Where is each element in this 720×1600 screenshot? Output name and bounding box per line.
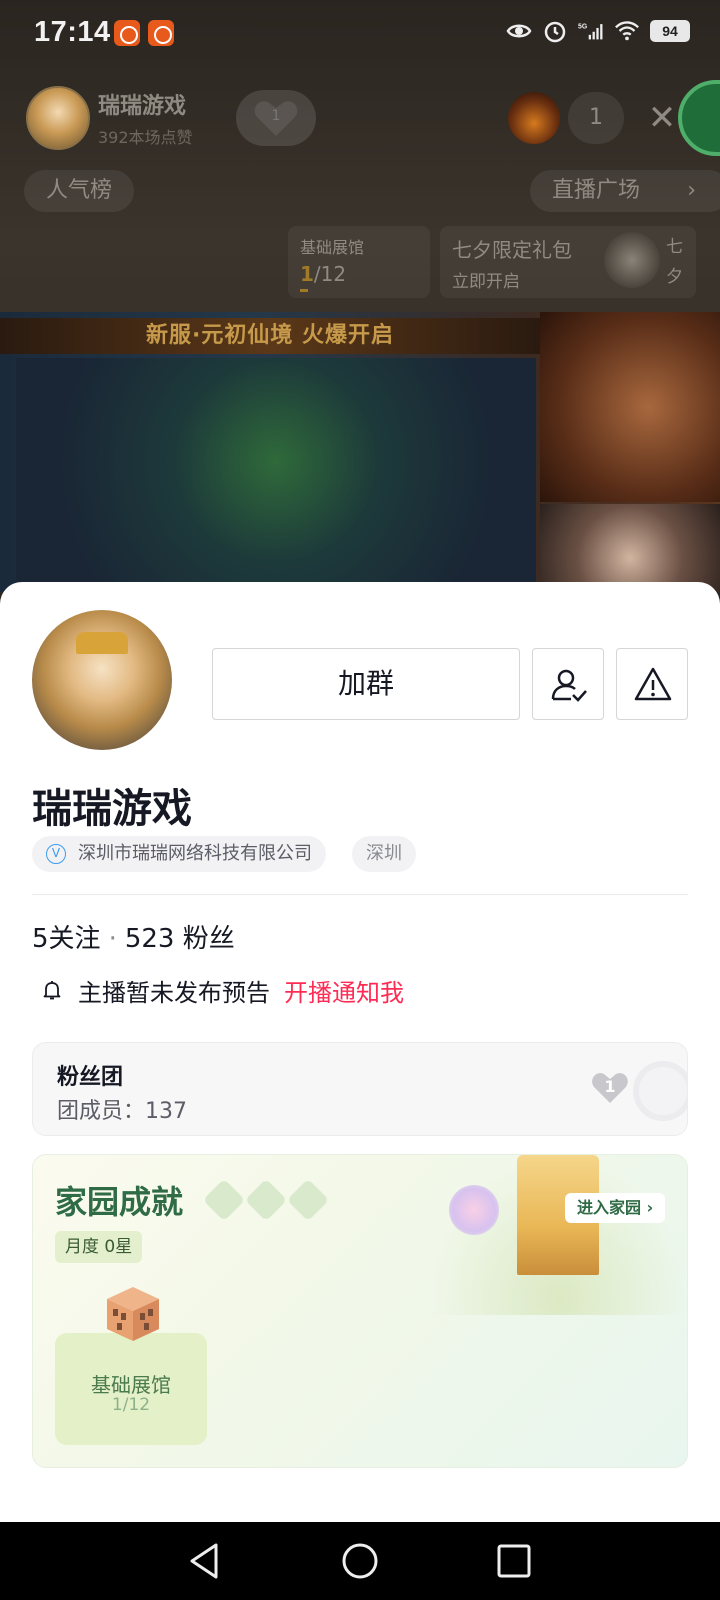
exhibit-hall-progress: 1/12 bbox=[300, 262, 347, 286]
broadcast-notice: 主播暂未发布预告 开播通知我 bbox=[40, 972, 404, 1008]
report-button[interactable] bbox=[616, 648, 688, 720]
profile-sheet: 加群 瑞瑞游戏 V 深圳市瑞瑞网络科技有限公司 深圳 5关注 · 523 粉丝 主播… bbox=[0, 582, 720, 1522]
company-tag[interactable]: V 深圳市瑞瑞网络科技有限公司 bbox=[32, 836, 326, 872]
chevron-right-icon: › bbox=[687, 178, 696, 203]
verified-icon: V bbox=[46, 844, 66, 864]
top-viewer-avatar[interactable] bbox=[508, 92, 560, 144]
live-video-stream[interactable]: 新服·元初仙境 火爆开启 bbox=[0, 312, 720, 592]
divider bbox=[32, 894, 688, 895]
followed-button[interactable] bbox=[532, 648, 604, 720]
status-time: 17:14 bbox=[34, 16, 111, 48]
video-banner-text: 新服·元初仙境 火爆开启 bbox=[0, 318, 540, 354]
live-plaza-button[interactable]: 直播广场 › bbox=[530, 170, 720, 212]
game-ad-image bbox=[540, 312, 720, 502]
streamer-likes: 392本场点赞 bbox=[98, 128, 193, 147]
viewer-count[interactable]: 1 bbox=[568, 92, 624, 144]
fans-club-card[interactable]: 粉丝团 团成员：137 1 bbox=[32, 1042, 688, 1136]
wifi-icon bbox=[615, 21, 639, 41]
profile-avatar[interactable] bbox=[32, 610, 172, 750]
qixi-gift-card[interactable]: 七夕限定礼包 立即开启 七夕 bbox=[440, 226, 696, 298]
home-title: 家园成就 bbox=[55, 1183, 184, 1221]
5g-signal-icon: 5G bbox=[578, 24, 603, 40]
exhibit-hall-card[interactable]: 基础展馆 1/12 bbox=[288, 226, 430, 298]
gift-side-text: 七夕 bbox=[666, 237, 683, 287]
home-achievement-card[interactable]: 家园成就 进入家园 › 月度 0星 基础展馆 1/12 bbox=[32, 1154, 688, 1468]
kuaishou-app-icon bbox=[114, 20, 140, 46]
fans-club-badge: 1 bbox=[587, 1067, 633, 1107]
fan-level: 1 bbox=[271, 108, 281, 124]
crystal-orb-decoration bbox=[449, 1185, 499, 1235]
following-stat[interactable]: 5关注 bbox=[32, 924, 101, 954]
fans-club-members: 团成员：137 bbox=[57, 1099, 187, 1124]
company-name: 深圳市瑞瑞网络科技有限公司 bbox=[78, 843, 312, 864]
join-group-button[interactable]: 加群 bbox=[212, 648, 520, 720]
system-navigation-bar bbox=[0, 1522, 720, 1600]
gift-box-icon bbox=[604, 232, 660, 288]
kuaishou-app-icon-2 bbox=[148, 20, 174, 46]
monthly-stars-badge: 月度 0星 bbox=[55, 1231, 143, 1263]
user-check-icon bbox=[551, 669, 587, 702]
popularity-rank-button[interactable]: 人气榜 bbox=[24, 170, 135, 212]
recents-icon[interactable] bbox=[493, 1540, 535, 1582]
fans-club-ring-icon bbox=[633, 1061, 687, 1121]
streamer-avatar[interactable] bbox=[26, 86, 90, 150]
fan-club-heart-button[interactable]: 1 bbox=[236, 90, 316, 146]
profile-name: 瑞瑞游戏 bbox=[32, 786, 192, 832]
fans-club-title: 粉丝团 bbox=[57, 1065, 124, 1090]
achievement-stars bbox=[202, 1178, 330, 1222]
star-icon bbox=[286, 1178, 330, 1222]
exhibit-hall-progress-text: 1/12 bbox=[111, 1395, 151, 1415]
streamer-info-pill[interactable]: 瑞瑞游戏 392本场点赞 bbox=[26, 86, 193, 150]
follow-stats: 5关注 · 523 粉丝 bbox=[32, 924, 235, 954]
streamer-camera bbox=[540, 504, 720, 592]
city-tag: 深圳 bbox=[352, 836, 416, 872]
followers-stat[interactable]: 523 粉丝 bbox=[125, 924, 235, 954]
exhibit-hall-name: 基础展馆 bbox=[91, 1373, 171, 1397]
svg-text:5G: 5G bbox=[578, 24, 587, 31]
back-icon[interactable] bbox=[184, 1540, 226, 1582]
exhibit-hall-title: 基础展馆 bbox=[300, 238, 365, 257]
building-icon bbox=[107, 1287, 159, 1341]
exhibit-progress-bar bbox=[300, 289, 308, 292]
home-building-illustration bbox=[429, 1155, 687, 1315]
streamer-name: 瑞瑞游戏 bbox=[98, 94, 187, 119]
star-icon bbox=[202, 1178, 246, 1222]
eye-icon bbox=[506, 24, 532, 38]
notify-me-link[interactable]: 开播通知我 bbox=[284, 973, 404, 1008]
game-screen bbox=[16, 358, 536, 588]
status-bar: 17:14 5G 94 bbox=[0, 0, 720, 70]
alarm-icon bbox=[544, 21, 566, 43]
home-icon[interactable] bbox=[339, 1540, 381, 1582]
bell-icon bbox=[43, 981, 61, 1000]
notice-text: 主播暂未发布预告 bbox=[78, 978, 270, 1007]
enter-home-button[interactable]: 进入家园 › bbox=[565, 1193, 666, 1223]
warning-icon bbox=[634, 667, 672, 701]
battery-icon: 94 bbox=[650, 20, 690, 42]
live-plaza-label: 直播广场 bbox=[552, 178, 641, 203]
star-icon bbox=[244, 1178, 288, 1222]
